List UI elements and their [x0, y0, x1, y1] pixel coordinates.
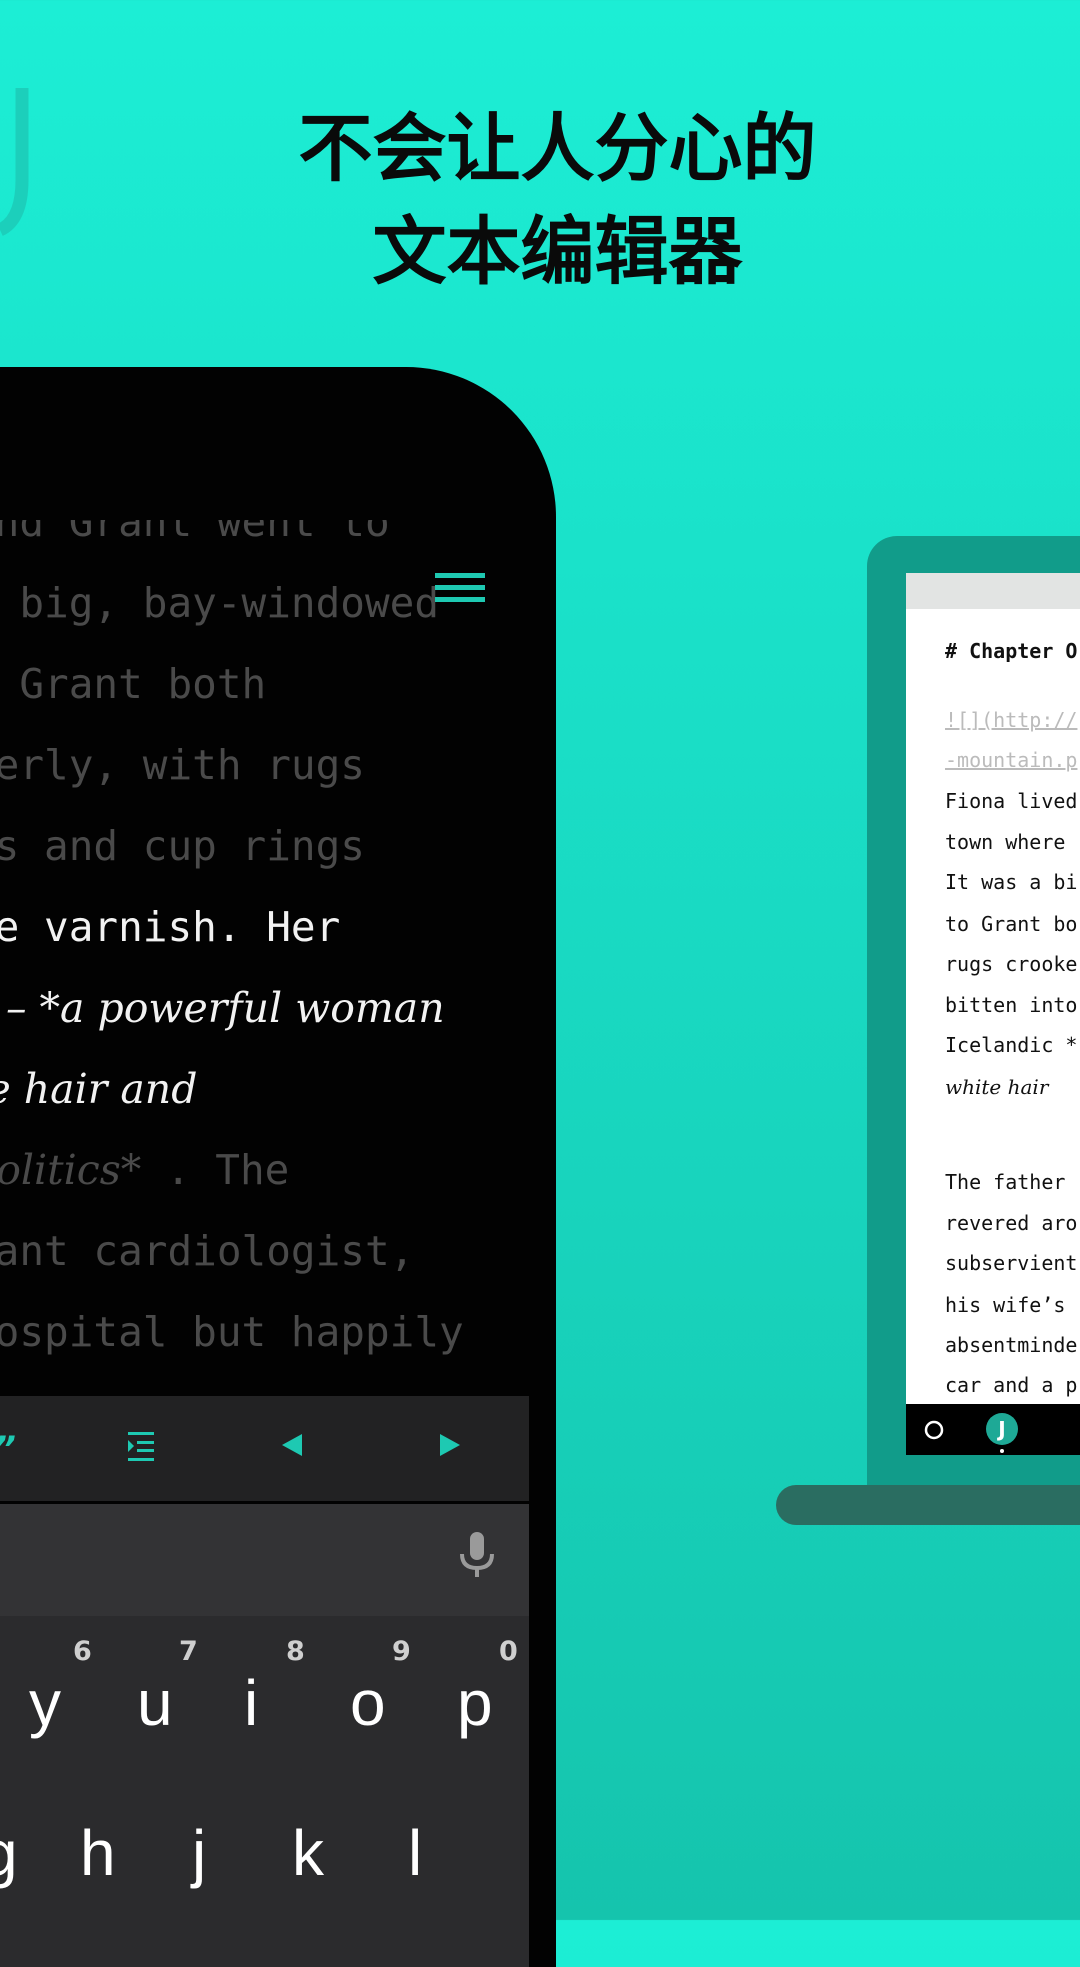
editor-line-suffix: . The [141, 1146, 290, 1194]
editor-line: politics* . The [0, 1146, 289, 1194]
editor-line-text: te hair and [0, 1065, 198, 1113]
laptop-editor-line: -mountain.p [945, 748, 1078, 772]
key-u[interactable]: u [137, 1666, 173, 1740]
taskbar: J [906, 1404, 1080, 1455]
editor-line: o Grant both [0, 660, 266, 708]
key-g[interactable]: g [0, 1816, 18, 1890]
microphone-icon[interactable] [460, 1532, 494, 1578]
laptop-editor-line: bitten into [945, 993, 1078, 1017]
editor-line-text: he varnish. Her [0, 903, 341, 951]
laptop-editor-line: town where [945, 830, 1066, 854]
laptop-editor-line: white hair [945, 1075, 1049, 1099]
editor-line: c – *a powerful woman [0, 984, 445, 1032]
key-hint: 6 [73, 1636, 92, 1667]
editor-line: a big, bay-windowed [0, 579, 439, 627]
phone-mockup: and Grant went to a big, bay-windowed o Gr… [0, 367, 556, 1967]
key-hint: 0 [499, 1636, 518, 1667]
laptop-editor-line: ![](http:// [945, 708, 1078, 732]
editor-line-text: politics* [0, 1146, 142, 1194]
laptop-base [776, 1485, 1080, 1525]
laptop-editor-line: Icelandic * [945, 1033, 1078, 1057]
editor-line: rant cardiologist, [0, 1227, 414, 1275]
editor-line-text: and Grant went to [0, 520, 390, 546]
headline-line-1: 不会让人分心的 [298, 106, 817, 192]
app-icon[interactable]: J [986, 1413, 1018, 1445]
editor-line: derly, with rugs [0, 741, 365, 789]
arrow-right-icon[interactable] [438, 1432, 460, 1458]
laptop-editor-line: Fiona lived [945, 789, 1078, 813]
editor-line-text: derly, with rugs [0, 741, 365, 789]
headline: 不会让人分心的 文本编辑器 [0, 98, 1080, 304]
key-k[interactable]: k [292, 1816, 324, 1890]
laptop-editor-line: It was a bi [945, 870, 1078, 894]
key-p[interactable]: p [457, 1666, 493, 1740]
laptop-editor-line: subservient [945, 1251, 1078, 1275]
editor-line: te hair and [0, 1065, 197, 1113]
laptop-editor-line: absentminde [945, 1333, 1078, 1357]
key-hint: 8 [286, 1636, 305, 1667]
editor-line: es and cup rings [0, 822, 365, 870]
headline-line-2: 文本编辑器 [372, 209, 743, 295]
key-y[interactable]: y [29, 1666, 61, 1740]
key-l[interactable]: l [408, 1816, 422, 1890]
editor-line-text: es and cup rings [0, 822, 365, 870]
laptop-editor-line: his wife’s [945, 1293, 1066, 1317]
laptop-editor-line: revered aro [945, 1211, 1078, 1235]
editor-line-text: a big, bay-windowed [0, 579, 439, 627]
key-j[interactable]: j [192, 1816, 206, 1890]
editor-line: hospital but happily [0, 1308, 464, 1356]
circle-home-icon[interactable] [924, 1420, 944, 1440]
keyboard: 6y 7u 8i 9o 0p gh j k l [0, 1616, 529, 1967]
editor-line-text: hospital but happily [0, 1308, 464, 1356]
editor-line-text: o Grant both [19, 660, 267, 708]
key-h[interactable]: h [80, 1816, 116, 1890]
suggestion-bar [0, 1504, 529, 1616]
hamburger-menu-icon[interactable] [435, 573, 485, 605]
arrow-left-icon[interactable] [282, 1432, 304, 1458]
laptop-editor-line: rugs crooke [945, 952, 1078, 976]
editor-toolbar: ” [0, 1396, 529, 1501]
active-indicator [1000, 1449, 1004, 1453]
title-bar [906, 573, 1080, 609]
editor-line: he varnish. Her [0, 903, 340, 951]
quote-button[interactable]: ” [0, 1432, 16, 1466]
laptop-editor-line: # Chapter O [945, 639, 1078, 663]
laptop-editor-line: to Grant bo [945, 912, 1078, 936]
key-o[interactable]: o [350, 1666, 386, 1740]
indent-icon[interactable] [128, 1432, 156, 1462]
key-hint: 9 [392, 1636, 411, 1667]
laptop-editor-line: The father [945, 1170, 1066, 1194]
editor-line-text: c – *a powerful woman [0, 984, 445, 1032]
editor-line: and Grant went to [0, 520, 390, 546]
text-editor[interactable]: and Grant went to a big, bay-windowed o Gr… [0, 520, 556, 1380]
laptop-screen: # Chapter O ![](http:// -mountain.p Fiona l… [906, 573, 1080, 1455]
laptop-editor-line: car and a p [945, 1373, 1078, 1397]
key-hint: 7 [179, 1636, 198, 1667]
key-i[interactable]: i [244, 1666, 258, 1740]
editor-line-text: rant cardiologist, [0, 1227, 415, 1275]
